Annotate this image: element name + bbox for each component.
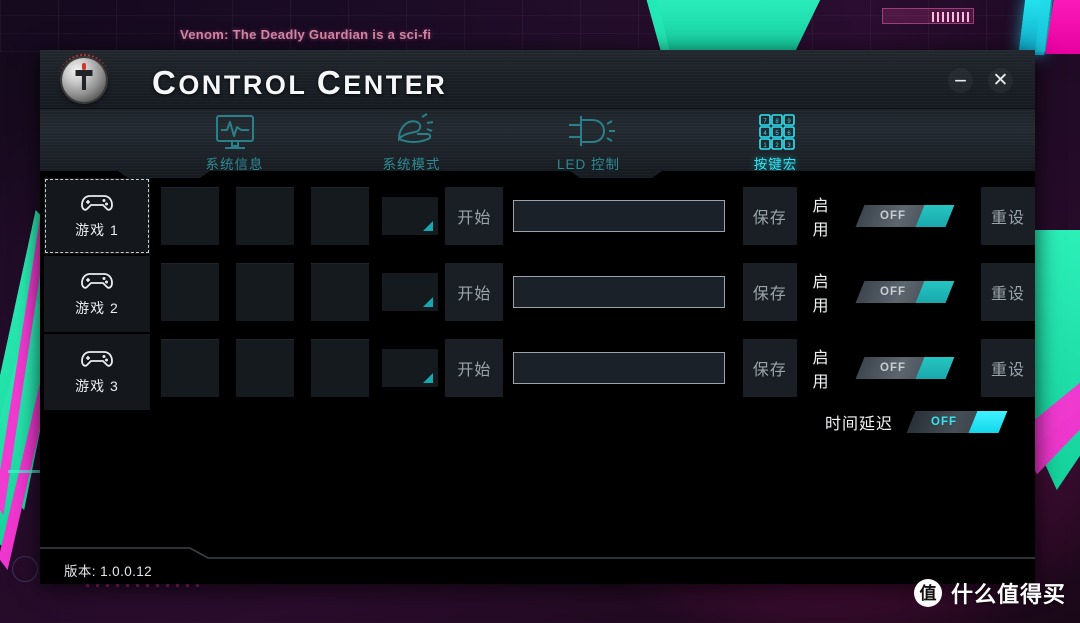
chevron-down-icon: [422, 297, 433, 307]
led-bulb-icon: [561, 114, 617, 150]
svg-text:9: 9: [787, 119, 791, 125]
wallpaper-movie-caption: Venom: The Deadly Guardian is a sci-fi: [180, 27, 432, 42]
row-2-reset-button[interactable]: 重设: [981, 263, 1036, 321]
window-titlebar: CONTROL CENTER − ✕: [40, 50, 1035, 109]
control-center-window: CONTROL CENTER − ✕ 系统信息 系统模式 LED 控制 7 8 …: [40, 50, 1036, 584]
svg-text:3: 3: [787, 143, 791, 149]
svg-text:1: 1: [763, 143, 767, 149]
macro-row-1: 开始 保存 启用 OFF 重设: [40, 178, 1036, 254]
row-1-repeat-dropdown[interactable]: [381, 197, 438, 235]
row-1-enable-label: 启用: [812, 198, 830, 239]
chevron-down-icon: [422, 221, 433, 231]
row-2-enable-toggle[interactable]: OFF: [855, 281, 955, 303]
row-2-key-slot-1[interactable]: [161, 263, 220, 321]
row-1-start-button[interactable]: 开始: [445, 187, 504, 245]
row-3-start-button[interactable]: 开始: [445, 339, 504, 397]
svg-text:7: 7: [763, 119, 767, 125]
svg-text:6: 6: [787, 131, 791, 137]
main-tabbar: 系统信息 系统模式 LED 控制 7 8 9 4 5 6 1 2 3 按键宏: [40, 109, 1035, 178]
version-label: 版本: 1.0.0.12: [64, 564, 153, 579]
row-1-key-slot-1[interactable]: [161, 187, 220, 245]
row-2-save-button[interactable]: 保存: [742, 263, 797, 321]
helmet-logo-icon: [62, 58, 106, 102]
tab-label-key-macro: 按键宏: [753, 157, 798, 172]
tab-label-system-mode: 系统模式: [382, 157, 441, 172]
tab-system-mode[interactable]: 系统模式: [324, 109, 499, 178]
title-cap-2: C: [316, 64, 344, 101]
row-2-start-button[interactable]: 开始: [445, 263, 504, 321]
macro-row-2: 开始 保存 启用 OFF 重设: [40, 254, 1036, 330]
wallpaper-pink-dots: [86, 584, 206, 587]
row-3-enable-toggle[interactable]: OFF: [855, 357, 955, 379]
time-delay-label: 时间延迟: [824, 416, 893, 433]
keypad-icon: 7 8 9 4 5 6 1 2 3: [749, 114, 803, 150]
tab-label-led-control: LED 控制: [556, 157, 620, 172]
window-footer: 版本: 1.0.0.12: [40, 546, 1035, 584]
row-3-toggle-state: OFF: [879, 362, 906, 374]
row-3-macro-input[interactable]: [513, 352, 726, 384]
row-1-toggle-state: OFF: [879, 210, 906, 222]
row-2-key-slot-3[interactable]: [310, 263, 369, 321]
row-1-macro-input[interactable]: [513, 200, 726, 232]
row-1-enable-toggle[interactable]: OFF: [855, 205, 955, 227]
row-1-reset-button[interactable]: 重设: [981, 187, 1036, 245]
row-3-reset-button[interactable]: 重设: [981, 339, 1036, 397]
row-3-key-slot-3[interactable]: [310, 339, 369, 397]
row-3-key-slot-2[interactable]: [236, 339, 295, 397]
logo-helmet-glyph: [75, 70, 93, 90]
row-1-save-button[interactable]: 保存: [742, 187, 797, 245]
tab-system-info[interactable]: 系统信息: [147, 109, 322, 178]
svg-text:8: 8: [775, 119, 779, 125]
logo-nub: [82, 63, 86, 70]
row-1-key-slot-3[interactable]: [310, 187, 369, 245]
fan-power-icon: [386, 113, 438, 150]
title-rest-2: ENTER: [343, 70, 448, 100]
row-2-key-slot-2[interactable]: [236, 263, 295, 321]
row-3-save-button[interactable]: 保存: [742, 339, 797, 397]
watermark-badge-icon: 值: [913, 579, 942, 607]
tab-key-macro[interactable]: 7 8 9 4 5 6 1 2 3 按键宏: [688, 109, 863, 178]
row-2-enable-label: 启用: [812, 274, 830, 315]
row-3-repeat-dropdown[interactable]: [381, 349, 438, 387]
wallpaper-hud-circle-1: [12, 556, 38, 582]
macro-row-3: 开始 保存 启用 OFF 重设: [40, 330, 1036, 406]
chevron-down-icon: [422, 373, 433, 383]
monitor-pulse-icon: [210, 114, 260, 150]
close-icon[interactable]: ✕: [988, 68, 1013, 93]
row-1-key-slot-2[interactable]: [236, 187, 295, 245]
svg-text:2: 2: [775, 143, 779, 149]
minimize-icon[interactable]: −: [948, 68, 973, 93]
watermark-label: 什么值得买: [950, 582, 1066, 607]
row-3-enable-label: 启用: [812, 350, 830, 391]
wallpaper-hud-chip: [882, 8, 974, 24]
time-delay-toggle-state: OFF: [931, 416, 957, 428]
title-rest-1: ONTROL: [178, 70, 317, 100]
tab-led-control[interactable]: LED 控制: [501, 109, 676, 178]
svg-text:5: 5: [775, 131, 779, 137]
title-cap-1: C: [152, 64, 179, 101]
row-2-repeat-dropdown[interactable]: [381, 273, 438, 311]
time-delay-control: 时间延迟 OFF: [824, 410, 1008, 434]
macro-content-area: 游戏 1 游戏 2 游戏 3 开始 保存 启用 OFF 重设 开始 保存 启用 …: [40, 178, 1036, 546]
row-3-key-slot-1[interactable]: [161, 339, 220, 397]
row-2-macro-input[interactable]: [513, 276, 726, 308]
tab-label-system-info: 系统信息: [205, 157, 264, 172]
row-2-toggle-state: OFF: [879, 286, 906, 298]
svg-text:4: 4: [763, 131, 767, 137]
time-delay-toggle[interactable]: OFF: [906, 411, 1008, 433]
site-watermark: 值 什么值得买: [913, 577, 1066, 609]
page-title: CONTROL CENTER: [152, 64, 447, 102]
footer-divider: [40, 547, 1035, 559]
